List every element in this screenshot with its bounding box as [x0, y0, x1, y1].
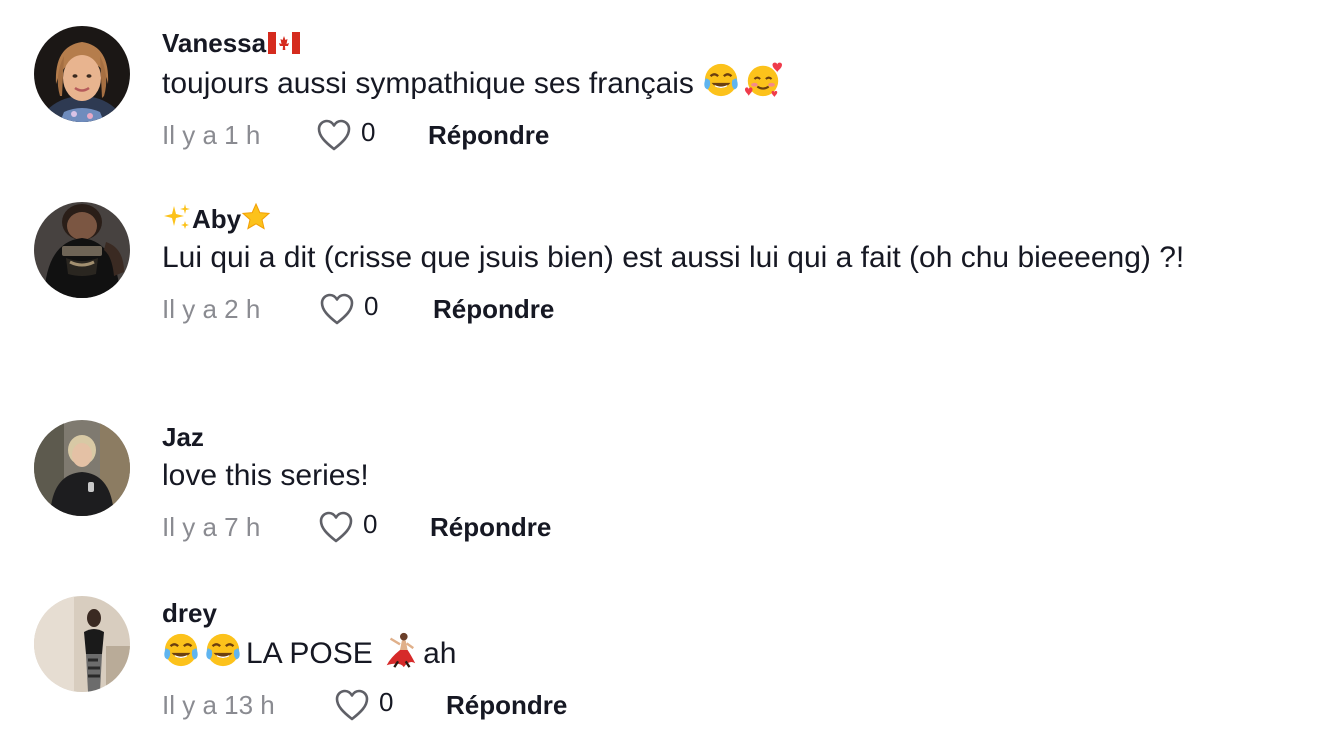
comment-meta: Il y a 1 h 0 Répondre: [162, 115, 1282, 155]
face-with-tears-of-joy-icon: [162, 631, 200, 669]
canada-flag-icon: [268, 32, 301, 54]
like-count: 0: [364, 291, 379, 321]
heart-icon[interactable]: [319, 292, 355, 326]
heart-icon[interactable]: [334, 688, 370, 722]
avatar[interactable]: [34, 202, 130, 298]
reply-button[interactable]: Répondre: [446, 685, 567, 725]
username[interactable]: Vanessa: [162, 26, 1282, 60]
reply-button[interactable]: Répondre: [430, 507, 551, 547]
heart-icon[interactable]: [316, 118, 352, 152]
heart-icon[interactable]: [318, 510, 354, 544]
username[interactable]: Jaz: [162, 420, 1282, 454]
comment-meta: Il y a 2 h 0 Répondre: [162, 289, 1282, 329]
face-with-tears-of-joy-icon: [204, 631, 242, 669]
timestamp: Il y a 13 h: [162, 690, 275, 720]
username[interactable]: drey: [162, 596, 1282, 630]
comment-text: Lui qui a dit (crisse que jsuis bien) es…: [162, 241, 1185, 274]
username[interactable]: Aby: [162, 202, 1282, 236]
reply-button[interactable]: Répondre: [433, 289, 554, 329]
timestamp: Il y a 2 h: [162, 294, 261, 324]
comment-text-part2: ah: [423, 637, 457, 670]
like-count: 0: [363, 509, 378, 539]
smiling-face-with-hearts-icon: [744, 61, 783, 99]
username-text: Vanessa: [162, 28, 267, 58]
timestamp: Il y a 7 h: [162, 512, 261, 542]
avatar[interactable]: [34, 420, 130, 516]
comment-meta: Il y a 7 h 0 Répondre: [162, 507, 1282, 547]
sparkles-icon: [162, 202, 192, 232]
avatar[interactable]: [34, 26, 130, 122]
comment-text: love this series!: [162, 459, 369, 492]
like-count: 0: [361, 117, 376, 147]
like-count: 0: [379, 687, 394, 717]
comment-text-body: toujours aussi sympathique ses français: [162, 67, 694, 100]
comment-text: LA POSE ah: [162, 631, 1282, 675]
comment-text: toujours aussi sympathique ses français: [162, 61, 1282, 105]
comment-text-part1: LA POSE: [246, 637, 373, 670]
star-icon: [241, 202, 271, 232]
avatar[interactable]: [34, 596, 130, 692]
woman-dancing-icon: [381, 631, 419, 669]
comment-meta: Il y a 13 h 0 Répondre: [162, 685, 1282, 725]
reply-button[interactable]: Répondre: [428, 115, 549, 155]
username-text: Aby: [192, 204, 242, 234]
face-with-tears-of-joy-icon: [702, 61, 740, 99]
timestamp: Il y a 1 h: [162, 120, 261, 150]
